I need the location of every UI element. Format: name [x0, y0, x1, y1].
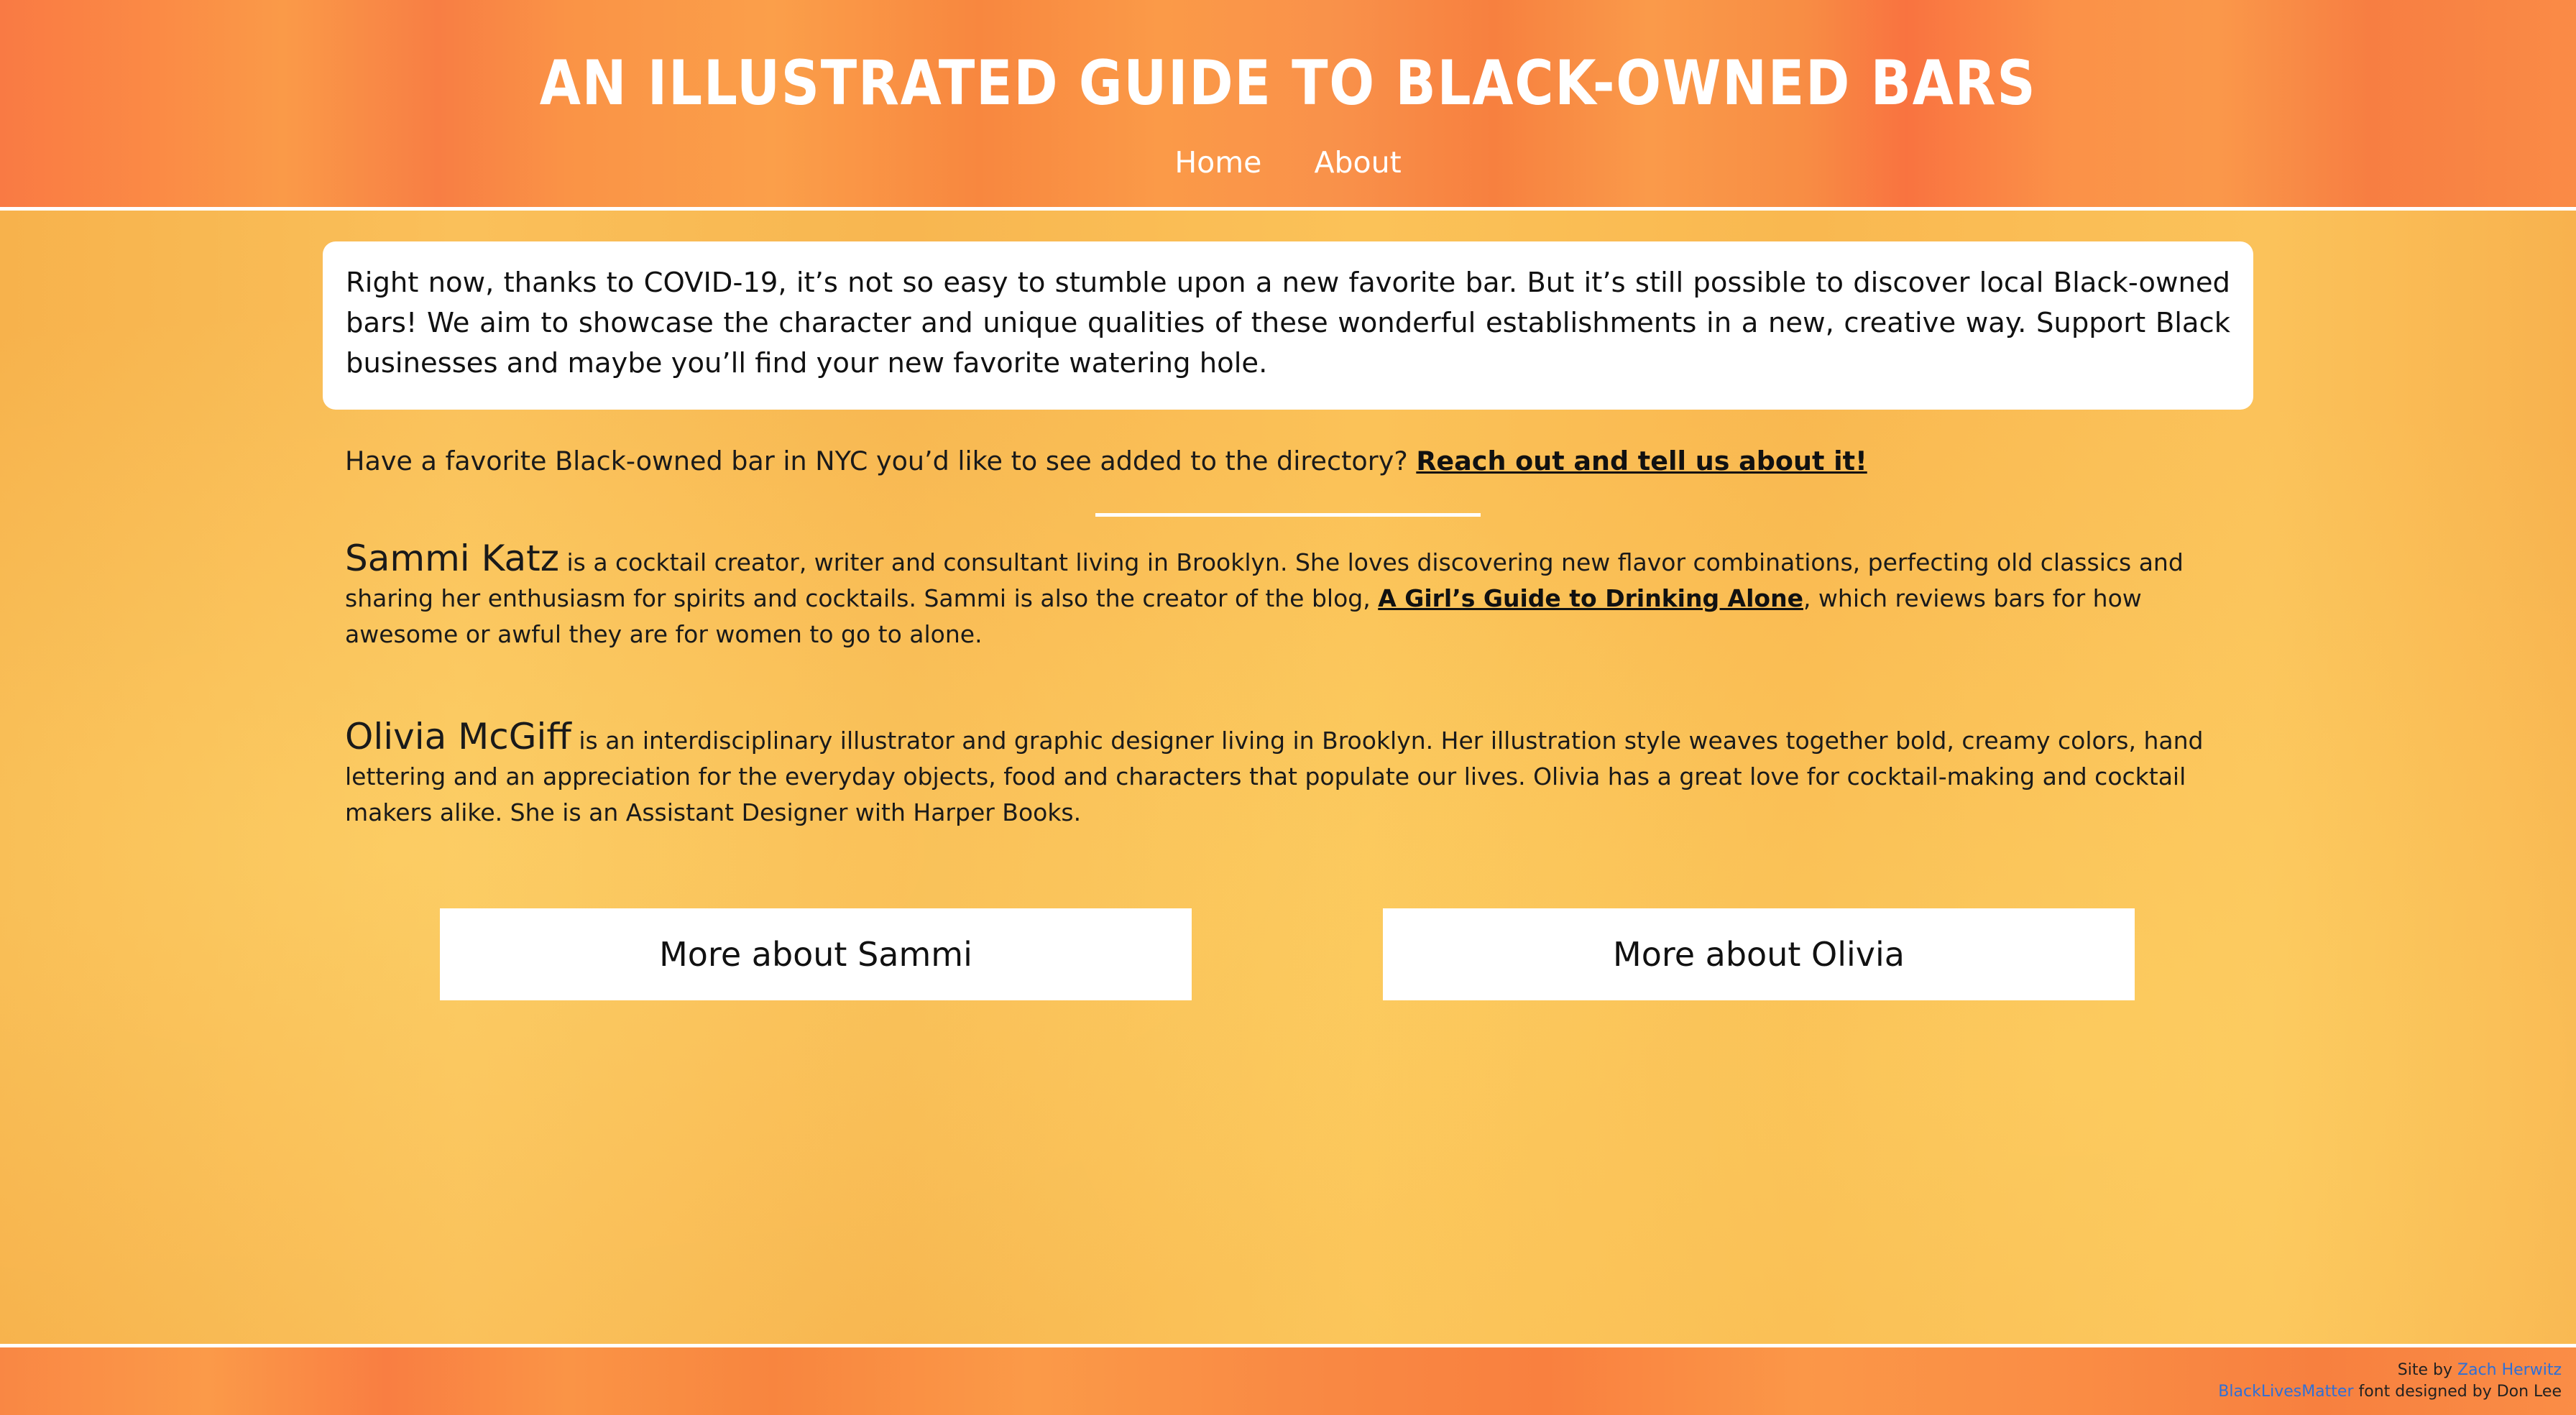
intro-text: Right now, thanks to COVID-19, it’s not …: [346, 267, 2230, 379]
footer-credits: Site by Zach Herwitz BlackLivesMatter fo…: [2218, 1360, 2562, 1403]
site-footer: [0, 1344, 2576, 1415]
font-credit-line: BlackLivesMatter font designed by Don Le…: [2218, 1381, 2562, 1403]
nav-about-link[interactable]: About: [1314, 145, 1401, 180]
blacklivesmatter-font-link[interactable]: BlackLivesMatter: [2218, 1383, 2353, 1401]
more-about-sammi-button[interactable]: More about Sammi: [440, 908, 1192, 1000]
more-about-olivia-button[interactable]: More about Olivia: [1383, 908, 2135, 1000]
suggest-bar-prompt: Have a favorite Black-owned bar in NYC y…: [345, 440, 2250, 483]
intro-box: Right now, thanks to COVID-19, it’s not …: [323, 241, 2253, 410]
site-header: AN ILLUSTRATED GUIDE TO BLACK-OWNED BARS…: [0, 0, 2576, 211]
bio-sammi: Sammi Katz is a cocktail creator, writer…: [345, 540, 2228, 653]
girls-guide-blog-link[interactable]: A Girl’s Guide to Drinking Alone: [1378, 584, 1803, 612]
main-nav: Home About: [0, 141, 2576, 184]
bio-olivia: Olivia McGiff is an interdisciplinary il…: [345, 719, 2228, 831]
bio-name-olivia: Olivia McGiff: [345, 716, 571, 757]
reach-out-link[interactable]: Reach out and tell us about it!: [1416, 446, 1867, 476]
nav-home-link[interactable]: Home: [1174, 145, 1261, 180]
site-by-label: Site by: [2397, 1361, 2457, 1379]
suggest-bar-text: Have a favorite Black-owned bar in NYC y…: [345, 446, 1417, 476]
site-title: AN ILLUSTRATED GUIDE TO BLACK-OWNED BARS: [539, 47, 2037, 119]
zach-herwitz-link[interactable]: Zach Herwitz: [2457, 1361, 2562, 1379]
section-divider: [1095, 513, 1481, 517]
bio-text-olivia: is an interdisciplinary illustrator and …: [345, 727, 2204, 826]
site-by-line: Site by Zach Herwitz: [2218, 1360, 2562, 1381]
bio-name-sammi: Sammi Katz: [345, 538, 559, 579]
font-credit-text: font designed by Don Lee: [2353, 1383, 2562, 1401]
